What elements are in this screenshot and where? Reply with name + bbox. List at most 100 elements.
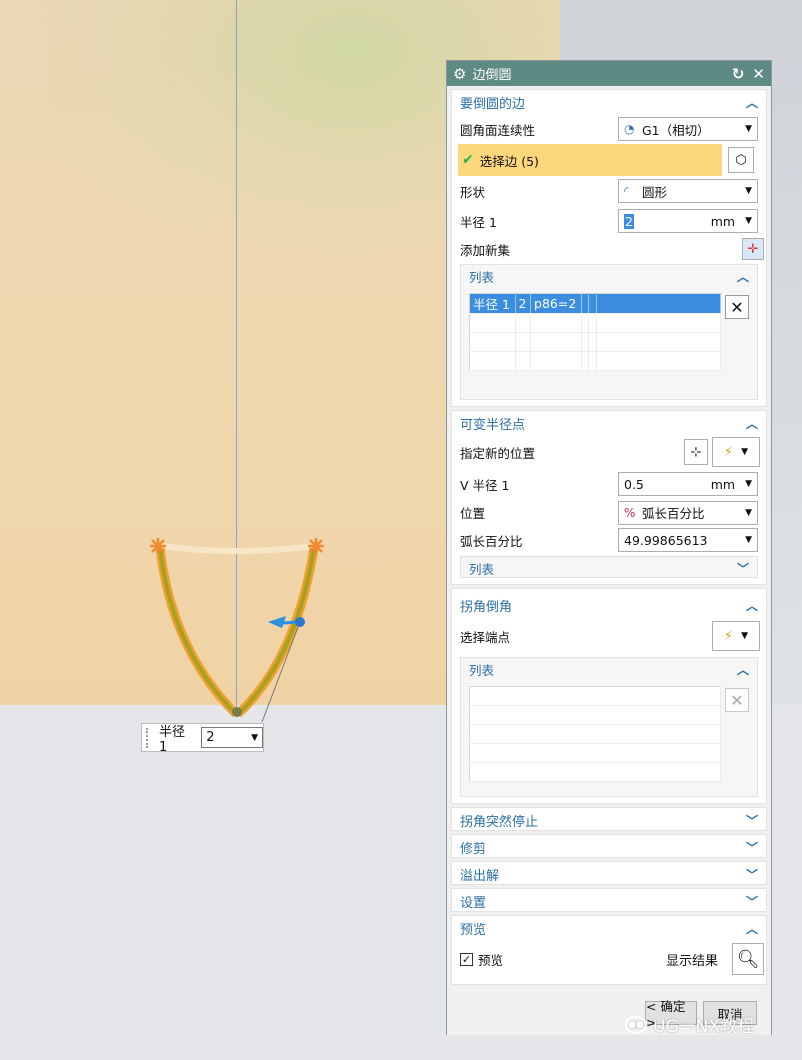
arc-percent-value: 49.99865613 (624, 532, 708, 548)
table-cell (581, 313, 590, 333)
chevron-down-icon[interactable]: ▼ (745, 186, 752, 196)
add-new-set-label: 添加新集 (460, 242, 511, 258)
chevron-up-icon[interactable]: ︿ (746, 415, 758, 432)
chevron-down-icon[interactable]: ▼ (745, 216, 752, 226)
table-row[interactable] (469, 313, 722, 333)
point-snap-dropdown[interactable]: ⚡ ▼ (712, 437, 760, 467)
section-corner-setback-header[interactable]: 拐角倒角 ︿ (452, 593, 766, 617)
reset-icon[interactable]: ↻ (732, 65, 745, 83)
table-cell (581, 332, 590, 352)
corner-list-table[interactable] (469, 686, 721, 782)
table-row[interactable]: 半径 1 2 p86=2 (469, 293, 722, 314)
variable-radius-list-header[interactable]: 列表 ﹀ (461, 557, 757, 579)
table-row[interactable] (469, 332, 722, 352)
chevron-down-icon[interactable]: ▼ (745, 124, 752, 134)
chevron-up-icon[interactable]: ︿ (746, 94, 758, 111)
vertex-point (232, 707, 242, 717)
chevron-down-icon[interactable]: ﹀ (746, 866, 758, 883)
drag-grip-icon[interactable] (146, 727, 151, 748)
section-corner-setback: 拐角倒角 ︿ 选择端点 ⚡ ▼ 列表 ︿ ✕ (451, 588, 767, 804)
add-new-set-button[interactable]: ✛ (742, 238, 764, 260)
gear-icon[interactable]: ⚙ (453, 65, 466, 83)
chevron-down-icon[interactable]: ▼ (745, 535, 752, 545)
chevron-up-icon[interactable]: ︿ (746, 920, 758, 937)
corner-list-title: 列表 (469, 662, 495, 678)
section-corner-stop-title: 拐角突然停止 (460, 814, 539, 830)
show-result-button[interactable]: 🔍︎ (732, 943, 764, 975)
table-row[interactable] (469, 351, 722, 371)
table-cell (469, 332, 516, 352)
section-edges-header[interactable]: 要倒圆的边 ︿ (452, 90, 766, 114)
table-cell (530, 313, 583, 333)
checkmark-icon: ✔ (462, 152, 474, 168)
wechat-icon: ●● (625, 1015, 647, 1034)
section-edges: 要倒圆的边 ︿ 圆角面连续性 ◔ G1（相切） ▼ ✔ 选择边 (5) ⬡ 形状… (451, 89, 767, 407)
table-row[interactable] (469, 762, 721, 782)
select-edge-cube-icon[interactable]: ⬡ (728, 147, 754, 173)
add-new-set-row: 添加新集 ✛ (452, 236, 766, 262)
table-row[interactable] (469, 743, 721, 763)
delete-set-button[interactable]: ✕ (725, 295, 749, 319)
onscreen-radius-input[interactable]: 半径 1 2 ▼ (141, 723, 264, 755)
chevron-down-icon[interactable]: ▼ (741, 631, 748, 641)
chevron-down-icon[interactable]: ﹀ (746, 893, 758, 910)
watermark: ●● UG一NX教程 (625, 1012, 754, 1037)
delete-corner-button[interactable]: ✕ (725, 688, 749, 712)
section-trim-title: 修剪 (460, 841, 487, 857)
section-overflow[interactable]: 溢出解 ﹀ (451, 861, 767, 885)
v-radius-input[interactable]: 0.5 mm ▼ (618, 472, 758, 496)
chevron-down-icon[interactable]: ﹀ (746, 812, 758, 829)
section-corner-stop[interactable]: 拐角突然停止 ﹀ (451, 807, 767, 831)
v-radius-value: 0.5 (624, 476, 644, 492)
onscreen-radius-label: 半径 1 (158, 724, 185, 755)
fillet-top-edge (159, 543, 315, 554)
point-dialog-icon[interactable]: ⊹ (684, 439, 708, 465)
section-settings[interactable]: 设置 ﹀ (451, 888, 767, 912)
chevron-up-icon[interactable]: ︿ (746, 597, 758, 614)
onscreen-radius-field[interactable]: 2 ▼ (201, 727, 263, 748)
section-variable-radius-header[interactable]: 可变半径点 ︿ (452, 411, 766, 435)
chevron-down-icon[interactable]: ▼ (251, 733, 258, 743)
shape-dropdown[interactable]: ◜ 圆形 ▼ (618, 179, 758, 203)
position-dropdown[interactable]: % 弧长百分比 ▼ (618, 500, 758, 525)
chevron-down-icon[interactable]: ▼ (741, 447, 748, 457)
preview-checkbox[interactable]: ✓ (460, 952, 473, 966)
drag-handle-point (295, 617, 305, 627)
table-row[interactable] (469, 724, 721, 744)
section-preview-header[interactable]: 预览 ︿ (452, 916, 766, 940)
chevron-down-icon[interactable]: ▼ (745, 479, 752, 489)
arc-percent-input[interactable]: 49.99865613 ▼ (618, 528, 758, 552)
edges-list-table[interactable]: 半径 1 2 p86=2 (469, 293, 722, 371)
section-variable-radius: 可变半径点 ︿ 指定新的位置 ⊹ ⚡ ▼ V 半径 1 0.5 mm ▼ 位置 … (451, 410, 767, 585)
chevron-down-icon[interactable]: ﹀ (737, 560, 749, 577)
select-edge-row[interactable]: ✔ 选择边 (5) ⬡ (458, 144, 760, 176)
edges-list-title: 列表 (469, 269, 495, 285)
section-trim[interactable]: 修剪 ﹀ (451, 834, 767, 858)
dialog-title-bar[interactable]: ⚙ 边倒圆 ↻ ✕ (447, 61, 771, 86)
chevron-down-icon[interactable]: ﹀ (746, 839, 758, 856)
table-cell (596, 293, 722, 314)
chevron-up-icon[interactable]: ︿ (737, 661, 749, 678)
edges-list-header[interactable]: 列表 ︿ (461, 265, 757, 287)
table-cell (530, 351, 583, 371)
section-edges-title: 要倒圆的边 (460, 96, 526, 112)
table-row[interactable] (469, 686, 721, 706)
chevron-up-icon[interactable]: ︿ (737, 268, 749, 285)
table-cell (530, 332, 583, 352)
radius-input[interactable]: 2 mm ▼ (618, 209, 758, 233)
specify-location-row: 指定新的位置 ⊹ ⚡ ▼ (452, 435, 766, 469)
continuity-dropdown[interactable]: ◔ G1（相切） ▼ (618, 117, 758, 141)
chevron-down-icon[interactable]: ▼ (745, 508, 752, 518)
preview-row: ✓ 预览 显示结果 🔍︎ (452, 940, 766, 978)
table-row[interactable] (469, 705, 721, 725)
corner-list-section: 列表 ︿ ✕ (460, 657, 758, 797)
table-cell (596, 313, 722, 333)
end-point-marker-right (308, 538, 324, 554)
corner-list-header[interactable]: 列表 ︿ (461, 658, 757, 680)
show-result-label: 显示结果 (665, 953, 718, 969)
table-cell (515, 332, 532, 352)
table-cell (469, 743, 721, 763)
end-point-snap-dropdown[interactable]: ⚡ ▼ (712, 621, 760, 651)
section-preview-title: 预览 (460, 922, 487, 938)
close-icon[interactable]: ✕ (752, 65, 765, 83)
